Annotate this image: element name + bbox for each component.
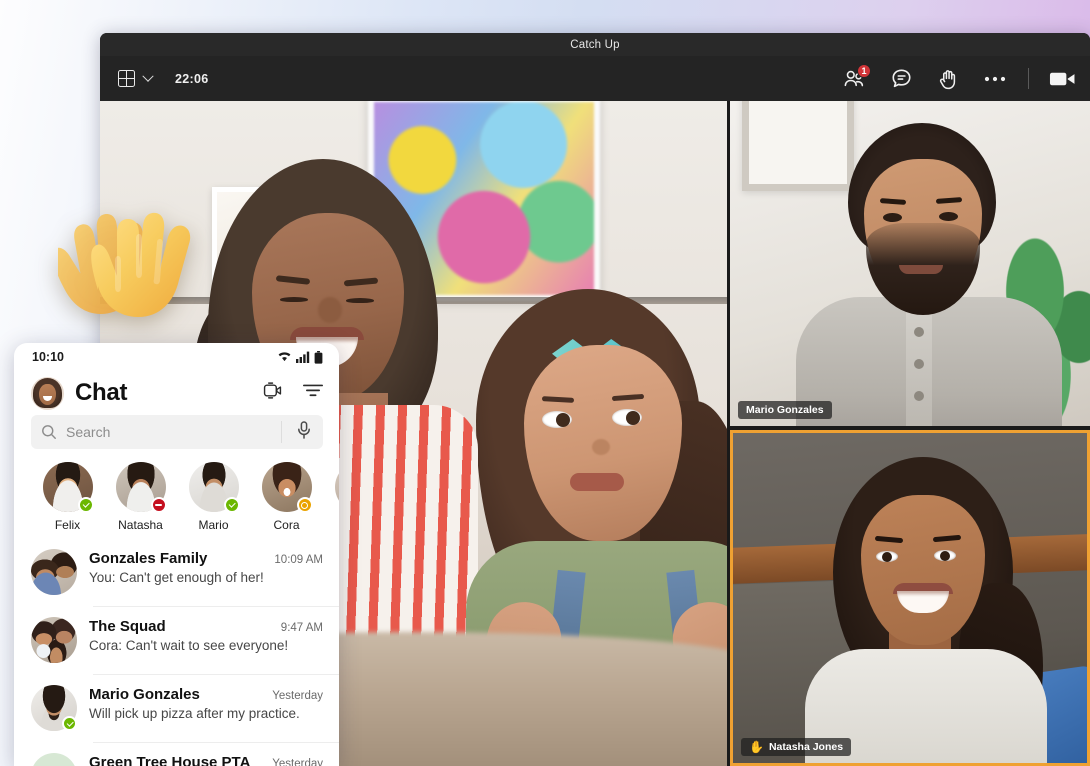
chat-preview: You: Can't get enough of her! <box>89 570 264 585</box>
avatar <box>334 462 339 512</box>
participant-name: Natasha Jones <box>768 741 844 753</box>
chat-timestamp: Yesterday <box>272 758 323 766</box>
chat-name: Green Tree House PTA <box>89 754 251 766</box>
filter-button[interactable] <box>303 384 323 402</box>
grid-view-icon[interactable] <box>118 70 135 87</box>
avatar-initials: GT <box>31 753 77 766</box>
person-natasha[interactable]: Natasha <box>104 462 177 532</box>
cellular-signal-icon <box>296 351 310 363</box>
chat-timestamp: 10:09 AM <box>274 554 323 566</box>
toolbar-divider <box>1028 68 1029 89</box>
meeting-title: Catch Up <box>570 38 620 51</box>
list-item[interactable]: GT Green Tree House PTA Yesterday <box>14 742 339 766</box>
page-title: Chat <box>75 379 128 406</box>
battery-icon <box>314 350 323 364</box>
person-felix[interactable]: Felix <box>31 462 104 532</box>
camera-button[interactable] <box>1048 65 1076 93</box>
presence-busy-icon <box>150 497 167 513</box>
search-placeholder: Search <box>66 424 111 440</box>
phone-header: Chat <box>14 371 339 415</box>
camera-icon <box>1049 72 1074 85</box>
avatar <box>31 685 77 731</box>
chat-icon <box>891 69 911 88</box>
voice-search-button[interactable] <box>291 420 317 444</box>
list-item-body: The Squad 9:47 AM Cora: Can't wait to se… <box>89 617 323 653</box>
list-item-body: Gonzales Family 10:09 AM You: Can't get … <box>89 549 323 585</box>
phone-chat-mockup: 10:10 Chat Search Felix Natasha Mario Co… <box>14 343 339 766</box>
search-row: Search <box>14 415 339 449</box>
phone-header-actions <box>262 382 323 404</box>
chat-preview: Will pick up pizza after my practice. <box>89 706 300 721</box>
chat-list: Gonzales Family 10:09 AM You: Can't get … <box>14 538 339 766</box>
wifi-icon <box>278 352 291 362</box>
list-item-body: Green Tree House PTA Yesterday <box>89 753 323 766</box>
presence-away-icon <box>296 497 313 513</box>
search-divider <box>281 421 282 443</box>
new-video-call-button[interactable] <box>262 382 283 404</box>
person-name: Eri <box>323 518 339 532</box>
more-options-icon <box>984 76 1006 81</box>
chat-name: The Squad <box>89 618 166 635</box>
person-mario[interactable]: Mario <box>177 462 250 532</box>
person-name: Mario <box>198 518 229 532</box>
person-name: Cora <box>273 518 300 532</box>
search-icon <box>42 425 56 439</box>
person-cora[interactable]: Cora <box>250 462 323 532</box>
presence-available-icon <box>77 497 94 513</box>
avatar <box>31 617 77 663</box>
status-bar-time: 10:10 <box>32 350 64 364</box>
new-video-call-icon <box>263 382 282 399</box>
participant-name-chip: Mario Gonzales <box>738 401 832 419</box>
list-item[interactable]: The Squad 9:47 AM Cora: Can't wait to se… <box>14 606 339 674</box>
toolbar-left-group: 22:06 <box>118 70 208 87</box>
screenshot-root: Catch Up 22:06 1 Mario Gonzales ✋ Natash… <box>0 0 1090 766</box>
filter-icon <box>303 384 323 397</box>
person-eri[interactable]: Eri <box>323 462 339 532</box>
chat-button[interactable] <box>887 65 915 93</box>
participant-name-chip: ✋ Natasha Jones <box>741 738 852 756</box>
list-item[interactable]: Gonzales Family 10:09 AM You: Can't get … <box>14 538 339 606</box>
video-tile-mario[interactable]: Mario Gonzales <box>730 101 1090 426</box>
raised-hand-badge-icon: ✋ <box>749 740 764 754</box>
mario-video-feed <box>730 101 1090 426</box>
chat-timestamp: 9:47 AM <box>280 622 323 634</box>
presence-available-icon <box>223 497 240 513</box>
window-titlebar: Catch Up <box>100 33 1090 56</box>
list-item[interactable]: Mario Gonzales Yesterday Will pick up pi… <box>14 674 339 742</box>
more-options-button[interactable] <box>981 65 1009 93</box>
search-input[interactable]: Search <box>31 415 323 449</box>
video-tile-natasha[interactable]: ✋ Natasha Jones <box>730 430 1090 766</box>
chat-name: Gonzales Family <box>89 550 208 567</box>
people-presence-row: Felix Natasha Mario Cora <box>14 449 339 538</box>
chat-preview: Cora: Can't wait to see everyone! <box>89 638 289 653</box>
microphone-icon <box>298 420 310 439</box>
status-bar-icons <box>277 350 323 364</box>
list-item-body: Mario Gonzales Yesterday Will pick up pi… <box>89 685 323 721</box>
avatar <box>31 549 77 595</box>
meeting-toolbar: 22:06 1 <box>100 56 1090 101</box>
participant-name: Mario Gonzales <box>746 404 824 416</box>
toolbar-right-group: 1 <box>840 63 1076 93</box>
chat-timestamp: Yesterday <box>272 690 323 702</box>
chevron-down-icon[interactable] <box>142 70 154 82</box>
people-button[interactable]: 1 <box>840 63 871 93</box>
person-name: Felix <box>54 518 81 532</box>
raise-hand-button[interactable] <box>934 65 962 93</box>
meeting-timer: 22:06 <box>175 71 209 86</box>
people-badge: 1 <box>857 63 871 78</box>
chat-name: Mario Gonzales <box>89 686 200 703</box>
avatar[interactable] <box>31 376 64 410</box>
phone-status-bar: 10:10 <box>14 343 339 371</box>
raise-hand-icon <box>939 69 955 89</box>
person-name: Natasha <box>118 518 163 532</box>
presence-available-icon <box>62 716 77 731</box>
natasha-video-feed <box>733 433 1087 763</box>
